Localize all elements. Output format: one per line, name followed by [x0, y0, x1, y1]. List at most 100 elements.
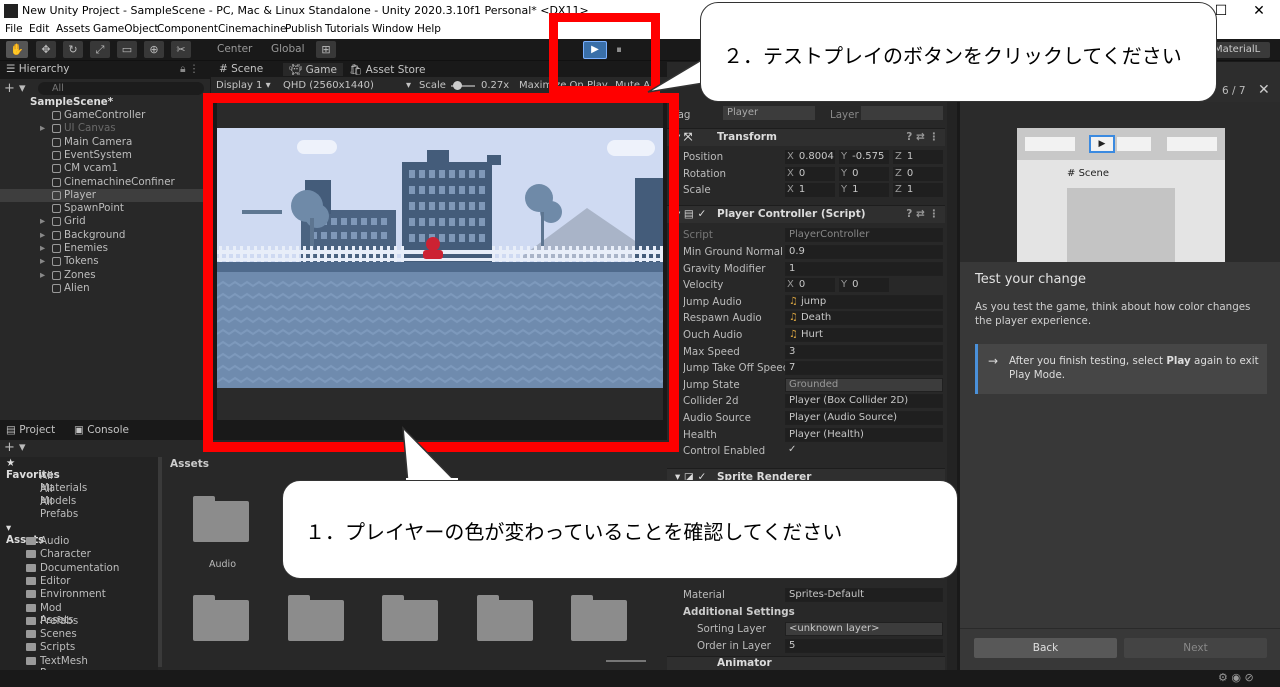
tab-asset-store[interactable]: 🛍︎ Asset Store — [349, 63, 425, 76]
tag-dropdown[interactable]: Player — [723, 106, 815, 120]
menu-window[interactable]: Window — [372, 23, 413, 35]
order-in-layer-field[interactable]: 5 — [785, 639, 943, 653]
expand-arrow-icon[interactable]: ▸ — [40, 255, 45, 267]
tab-game[interactable]: 👾︎ Game — [283, 63, 343, 76]
folder-icon[interactable] — [382, 595, 438, 641]
transform-header[interactable]: ▾ ⤧ Transform? ⇄ ⋮ — [667, 128, 945, 146]
hierarchy-item[interactable]: GameController — [0, 109, 205, 122]
icon-size-slider[interactable] — [606, 660, 646, 662]
menu-edit[interactable]: Edit — [29, 23, 49, 35]
pivot-toggle[interactable]: Center — [203, 43, 252, 55]
expand-arrow-icon[interactable]: ▸ — [40, 122, 45, 134]
scale-slider-handle[interactable] — [453, 81, 462, 90]
hierarchy-item[interactable]: SpawnPoint — [0, 202, 205, 215]
transform-tool-icon[interactable]: ⊕ — [144, 41, 164, 58]
create-asset-button[interactable]: + ▾ — [4, 440, 26, 455]
menu-cinemachine[interactable]: Cinemachine — [218, 23, 287, 35]
menu-component[interactable]: Component — [157, 23, 218, 35]
transform-z-field[interactable]: Z1 — [893, 150, 943, 164]
resolution-dropdown[interactable]: QHD (2560x1440) ▾ — [283, 80, 411, 91]
transform-z-field[interactable]: Z0 — [893, 166, 943, 181]
field-value[interactable]: Player (Audio Source) — [785, 411, 943, 425]
field-value[interactable]: ✓ — [785, 444, 943, 458]
hand-tool-icon[interactable]: ✋ — [6, 41, 28, 58]
expand-arrow-icon[interactable]: ▸ — [40, 215, 45, 227]
additional-settings-row[interactable]: Additional Settings — [667, 604, 945, 620]
folder-icon[interactable] — [288, 595, 344, 641]
sorting-layer-dropdown[interactable]: <unknown layer> — [785, 622, 943, 636]
material-field[interactable]: Sprites-Default — [785, 588, 943, 602]
tree-scrollbar[interactable] — [158, 457, 162, 667]
hierarchy-item[interactable]: CinemachineConfiner — [0, 176, 205, 189]
menu-file[interactable]: File — [5, 23, 23, 35]
transform-x-field[interactable]: X1 — [785, 183, 835, 197]
field-value[interactable]: ♫ jump — [785, 294, 943, 309]
hierarchy-item[interactable]: ▸ UI Canvas — [0, 122, 205, 135]
hierarchy-item[interactable]: ▸ Zones — [0, 269, 205, 282]
folder-icon[interactable] — [193, 496, 249, 542]
scene-row[interactable]: SampleScene* — [0, 96, 205, 109]
menu-tutorials[interactable]: Tutorials — [325, 23, 369, 35]
hierarchy-item[interactable]: EventSystem — [0, 149, 205, 162]
hierarchy-item[interactable]: ▸ Grid — [0, 215, 205, 228]
hierarchy-item[interactable]: Player — [0, 188, 205, 202]
rotate-tool-icon[interactable]: ↻ — [63, 41, 83, 58]
tab-project[interactable]: ▤ Project — [6, 424, 55, 436]
folder-icon[interactable] — [193, 595, 249, 641]
hierarchy-item[interactable]: Main Camera — [0, 136, 205, 149]
expand-arrow-icon[interactable]: ▸ — [40, 269, 45, 281]
field-value[interactable]: Grounded — [785, 377, 943, 392]
transform-y-field[interactable]: Y -0.575 — [839, 150, 889, 164]
menu-publish[interactable]: Publish — [285, 23, 322, 35]
folder-icon[interactable] — [477, 595, 533, 641]
expand-arrow-icon[interactable]: ▸ — [40, 229, 45, 241]
add-object-button[interactable]: + ▾ — [4, 81, 26, 96]
field-value[interactable]: Player (Box Collider 2D) — [785, 394, 943, 409]
next-button[interactable]: Next — [1124, 638, 1267, 658]
hierarchy-item[interactable]: ▸ Enemies — [0, 242, 205, 255]
expand-arrow-icon[interactable]: ▸ — [40, 242, 45, 254]
close-tutorial-icon[interactable]: ✕ — [1258, 82, 1270, 98]
lock-icon[interactable]: 🔒︎ ⋮ — [180, 63, 199, 76]
hierarchy-item[interactable]: ▸ Tokens — [0, 255, 205, 268]
tab-scene[interactable]: # Scene — [219, 63, 263, 75]
inspector-scrollbar[interactable] — [947, 62, 957, 670]
player-controller-header[interactable]: ▾ ▤ ✓ Player Controller (Script)? ⇄ ⋮ — [667, 205, 945, 223]
transform-x-field[interactable]: X0 — [785, 166, 835, 181]
field-value[interactable]: 1 — [785, 261, 943, 276]
field-value[interactable]: ♫ Hurt — [785, 328, 943, 342]
animator-header[interactable]: Animator — [667, 656, 945, 670]
grid-snap-icon[interactable]: ⊞ — [316, 41, 336, 58]
hierarchy-item[interactable]: ▸ Background — [0, 229, 205, 242]
transform-y-field[interactable]: Y0 — [839, 166, 889, 181]
field-value[interactable]: ♫ Death — [785, 311, 943, 326]
field-value[interactable]: 7 — [785, 361, 943, 376]
move-tool-icon[interactable]: ✥ — [36, 41, 56, 58]
close-button[interactable]: ✕ — [1244, 2, 1274, 20]
layout-dropdown[interactable]: MaterialL — [1210, 42, 1270, 58]
layer-dropdown[interactable] — [861, 106, 943, 120]
scale-tool-icon[interactable]: ⤢ — [90, 41, 110, 58]
hierarchy-search-input[interactable]: All — [38, 82, 204, 95]
transform-x-field[interactable]: X 0.8004 — [785, 150, 835, 164]
transform-y-field[interactable]: Y1 — [839, 183, 889, 197]
folder-icon[interactable] — [571, 595, 627, 641]
script-field[interactable]: PlayerController — [785, 228, 943, 242]
hierarchy-item[interactable]: Alien — [0, 282, 205, 295]
display-dropdown[interactable]: Display 1 ▾ — [216, 80, 271, 91]
velocity-x-field[interactable]: X0 — [785, 278, 835, 293]
space-toggle[interactable]: Global — [256, 43, 305, 55]
custom-tool-icon[interactable]: ✂ — [171, 41, 191, 58]
field-value[interactable]: 0.9 — [785, 245, 943, 259]
hierarchy-tab[interactable]: ☰ Hierarchy — [6, 63, 70, 75]
back-button[interactable]: Back — [974, 638, 1117, 658]
rect-tool-icon[interactable]: ▭ — [117, 41, 137, 58]
field-value[interactable]: Player (Health) — [785, 427, 943, 442]
menu-gameobject[interactable]: GameObject — [93, 23, 158, 35]
field-value[interactable]: 3 — [785, 344, 943, 359]
transform-z-field[interactable]: Z1 — [893, 183, 943, 197]
hierarchy-item[interactable]: CM vcam1 — [0, 162, 205, 175]
menu-help[interactable]: Help — [417, 23, 441, 35]
menu-assets[interactable]: Assets — [56, 23, 90, 35]
velocity-y-field[interactable]: Y0 — [839, 278, 889, 293]
